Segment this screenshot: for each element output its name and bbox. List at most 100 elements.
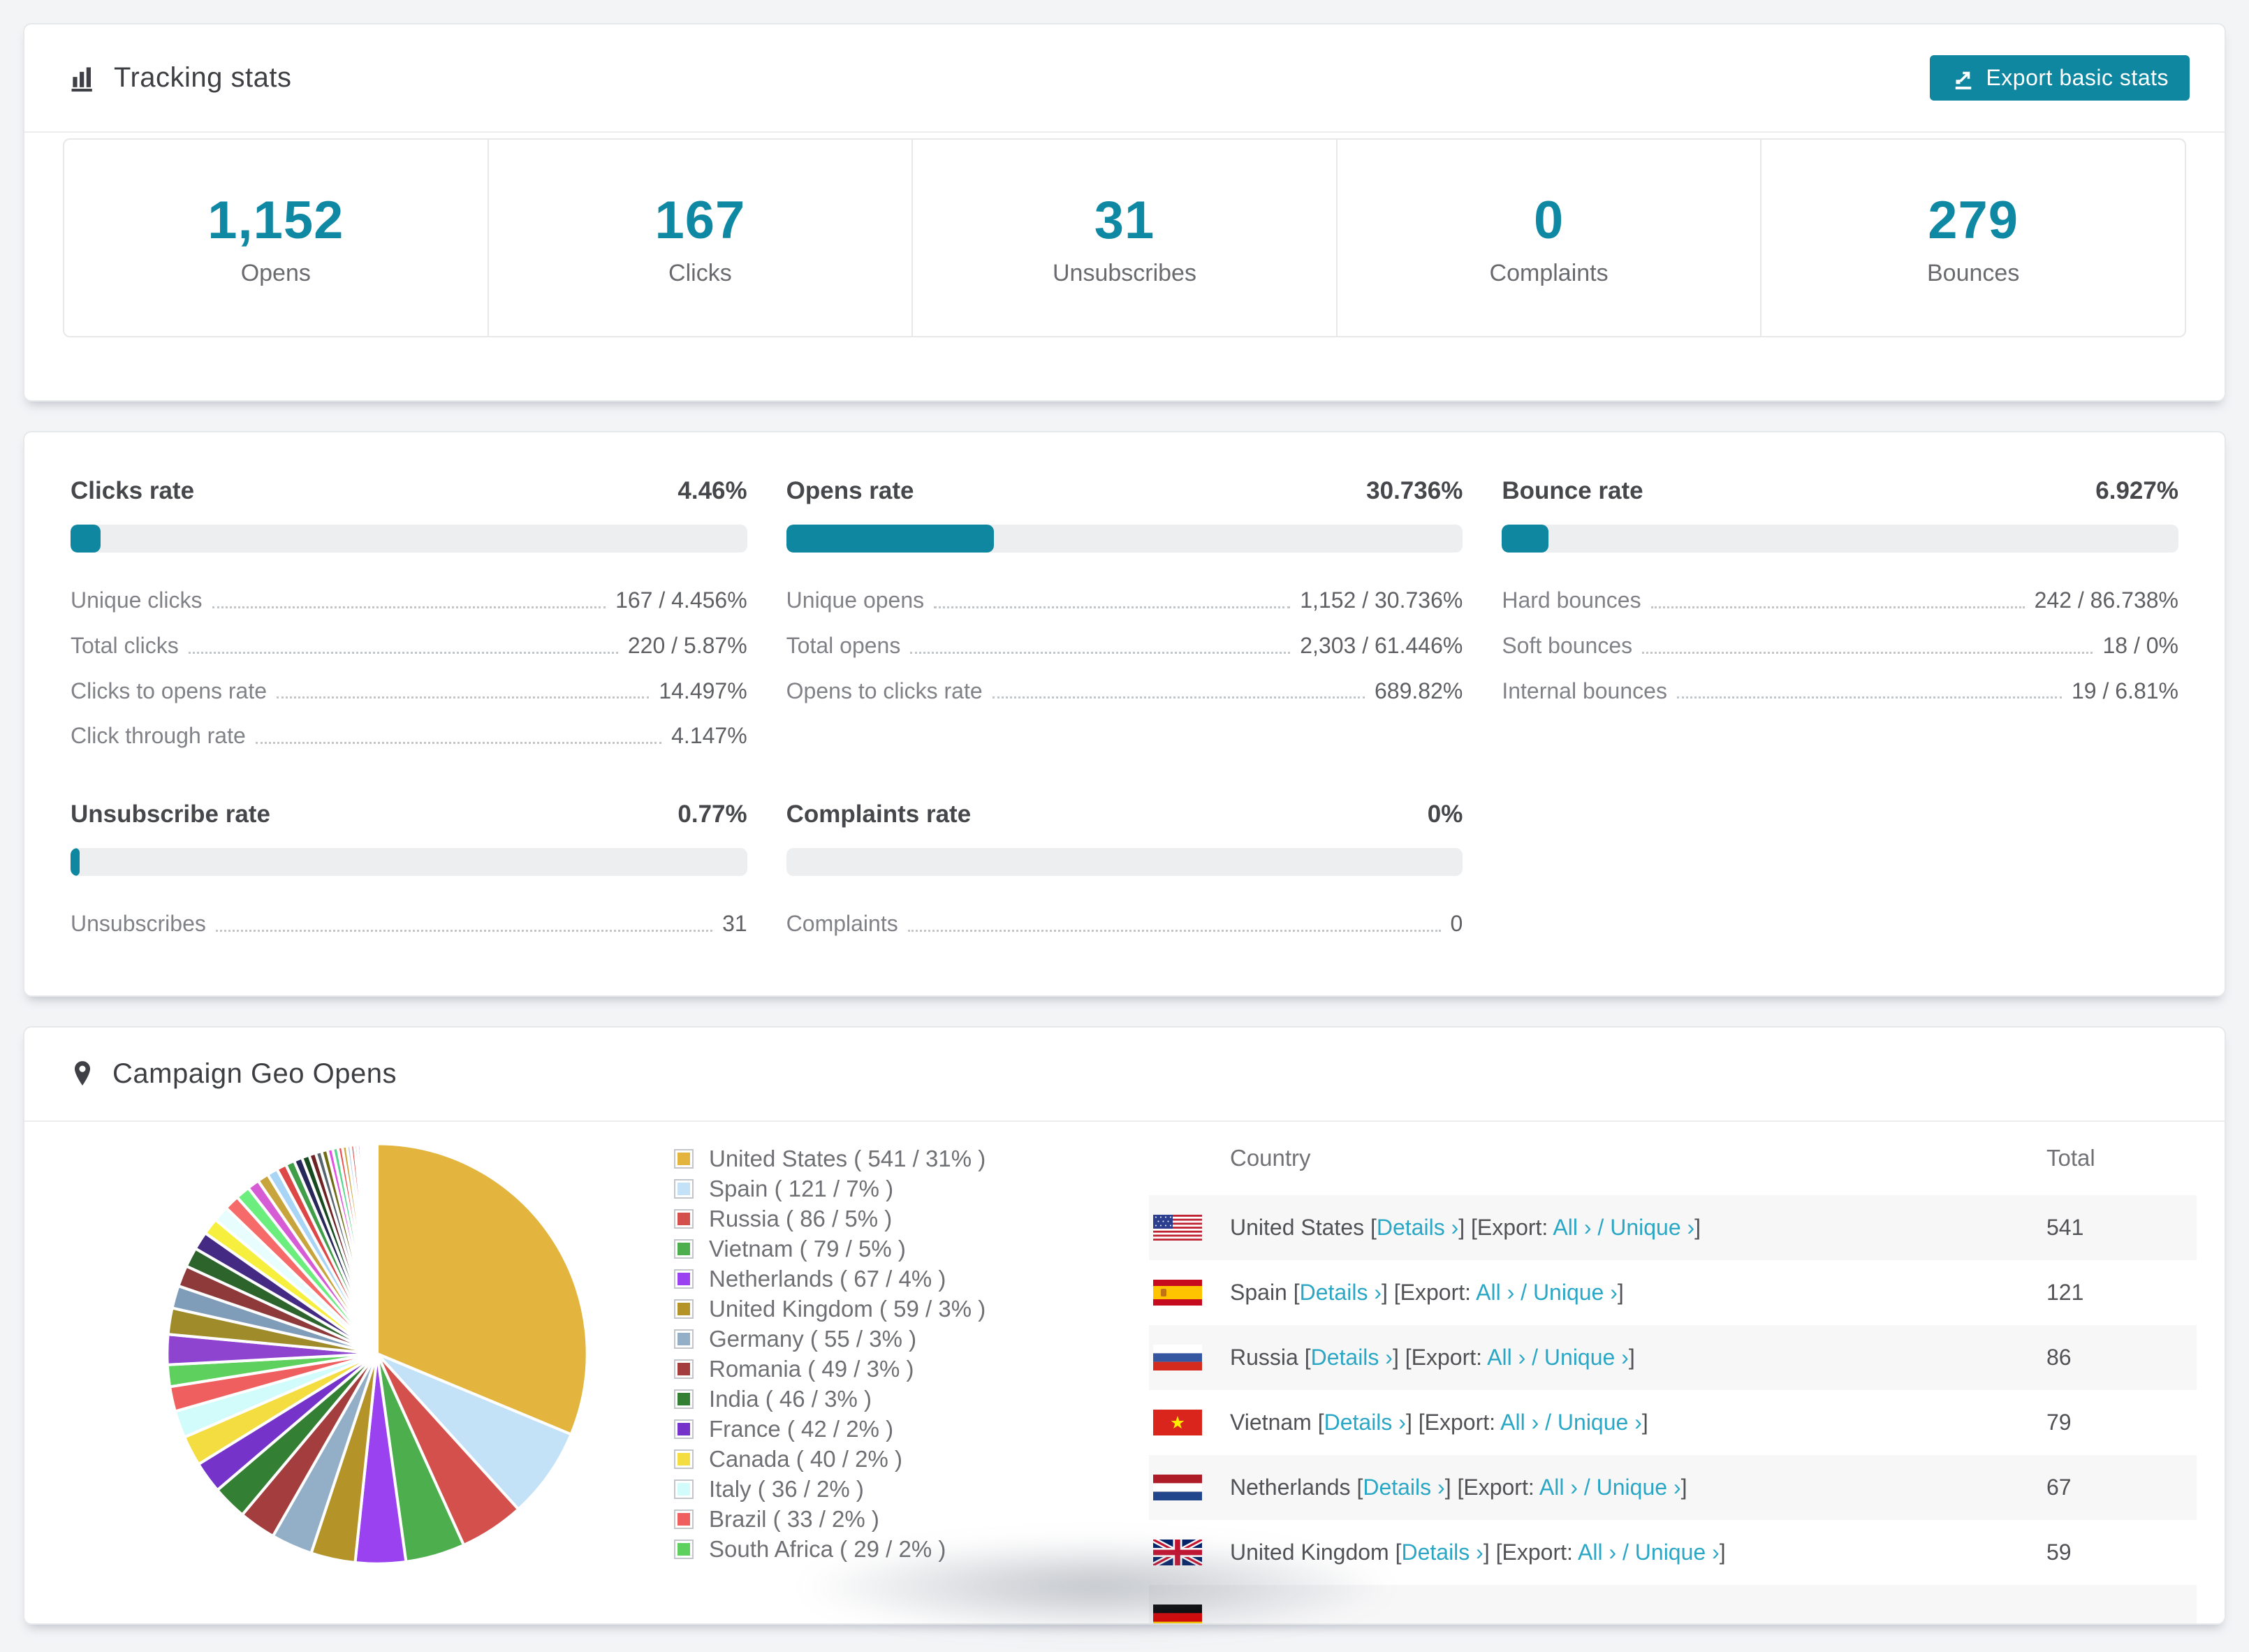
complaints-rate-title: Complaints rate — [786, 801, 972, 828]
rates-card: Clicks rate 4.46% Unique clicks 167 / 4.… — [23, 431, 2226, 997]
export-unique-link[interactable]: Unique › — [1544, 1345, 1629, 1370]
export-unique-link[interactable]: Unique › — [1610, 1215, 1694, 1240]
export-all-link[interactable]: All › — [1476, 1280, 1514, 1305]
stat-row-label: Total clicks — [71, 632, 179, 658]
geo-table-scroll[interactable]: Country Total United States [Details ›] … — [1149, 1122, 2197, 1623]
geo-opens-title: Campaign Geo Opens — [112, 1058, 397, 1089]
stat-row-label: Unsubscribes — [71, 911, 206, 937]
dotted-leader — [188, 651, 618, 654]
stat-box-unsubscribes: 31 Unsubscribes — [913, 140, 1338, 336]
legend-label: India ( 46 / 3% ) — [709, 1386, 872, 1412]
legend-item-italy: Italy ( 36 / 2% ) — [674, 1475, 1107, 1505]
pie-legend: United States ( 541 / 31% ) Spain ( 121 … — [674, 1144, 1107, 1565]
dotted-leader — [907, 929, 1441, 932]
export-all-link[interactable]: All › — [1578, 1540, 1616, 1565]
stat-row: Total opens 2,303 / 61.446% — [786, 623, 1463, 668]
legend-item-netherlands: Netherlands ( 67 / 4% ) — [674, 1264, 1107, 1294]
details-link[interactable]: Details › — [1377, 1215, 1458, 1240]
bar-chart-icon — [68, 63, 98, 94]
export-unique-link[interactable]: Unique › — [1533, 1280, 1618, 1305]
export-unique-link[interactable]: Unique › — [1635, 1540, 1720, 1565]
export-all-link[interactable]: All › — [1553, 1215, 1591, 1240]
table-row-partial — [1149, 1584, 2197, 1623]
table-row-united-kingdom: United Kingdom [Details ›] [Export: All … — [1149, 1520, 2197, 1585]
legend-item-south-africa: South Africa ( 29 / 2% ) — [674, 1535, 1107, 1565]
stat-row-value: 19 / 6.81% — [2072, 678, 2178, 703]
stat-label: Unsubscribes — [1052, 260, 1196, 286]
bounce-rate-value: 6.927% — [2095, 477, 2178, 504]
details-link[interactable]: Details › — [1311, 1345, 1393, 1370]
details-link[interactable]: Details › — [1324, 1410, 1406, 1435]
stat-row-value: 689.82% — [1375, 678, 1463, 703]
opens-rate-progress-fill — [786, 525, 995, 553]
total-cell: 67 — [2046, 1474, 2072, 1500]
stat-row-label: Hard bounces — [1502, 587, 1641, 613]
stat-box-opens: 1,152 Opens — [64, 140, 489, 336]
legend-item-canada: Canada ( 40 / 2% ) — [674, 1445, 1107, 1475]
stats-strip: 1,152 Opens 167 Clicks 31 Unsubscribes 0… — [63, 138, 2186, 337]
stat-row-value: 31 — [722, 911, 747, 937]
dotted-leader — [215, 929, 713, 932]
stat-row-value: 14.497% — [659, 678, 747, 703]
legend-label: Brazil ( 33 / 2% ) — [709, 1506, 879, 1533]
stat-row-label: Complaints — [786, 911, 898, 937]
complaints-rate-progressbar — [786, 848, 1463, 877]
geo-pie-chart — [161, 1137, 594, 1570]
export-unique-link[interactable]: Unique › — [1597, 1475, 1681, 1500]
legend-label: Netherlands ( 67 / 4% ) — [709, 1266, 946, 1292]
stat-label: Complaints — [1489, 260, 1609, 286]
stat-row-label: Total opens — [786, 632, 901, 658]
export-all-link[interactable]: All › — [1539, 1475, 1578, 1500]
export-all-link[interactable]: All › — [1500, 1410, 1539, 1435]
unsubscribe-rate-progress-fill — [71, 848, 80, 877]
legend-item-brazil: Brazil ( 33 / 2% ) — [674, 1505, 1107, 1535]
legend-swatch — [674, 1359, 694, 1380]
geo-opens-card: Campaign Geo Opens United States ( 541 /… — [23, 1025, 2226, 1625]
stat-label: Bounces — [1927, 260, 2020, 286]
details-link[interactable]: Details › — [1401, 1540, 1483, 1565]
dotted-leader — [1642, 651, 2093, 654]
stat-row-label: Internal bounces — [1502, 678, 1667, 703]
stat-row-label: Unique clicks — [71, 587, 203, 613]
dotted-leader — [277, 696, 650, 699]
export-all-link[interactable]: All › — [1487, 1345, 1525, 1370]
legend-item-spain: Spain ( 121 / 7% ) — [674, 1174, 1107, 1204]
details-link[interactable]: Details › — [1363, 1475, 1444, 1500]
dotted-leader — [992, 696, 1365, 699]
legend-swatch — [674, 1179, 694, 1199]
geo-body: United States ( 541 / 31% ) Spain ( 121 … — [24, 1122, 2225, 1623]
stat-row-value: 4.147% — [671, 723, 747, 749]
legend-label: United Kingdom ( 59 / 3% ) — [709, 1296, 986, 1322]
stat-row-label: Opens to clicks rate — [786, 678, 983, 703]
legend-swatch — [674, 1209, 694, 1229]
bounce-rate-block: Bounce rate 6.927% Hard bounces 242 / 86… — [1502, 477, 2178, 759]
stat-row-value: 220 / 5.87% — [627, 632, 747, 658]
rates-grid: Clicks rate 4.46% Unique clicks 167 / 4.… — [24, 432, 2225, 995]
stat-row-label: Clicks to opens rate — [71, 678, 268, 703]
export-basic-stats-button[interactable]: Export basic stats — [1930, 55, 2190, 101]
tracking-stats-card: Tracking stats Export basic stats 1,152 … — [23, 23, 2226, 402]
legend-swatch — [674, 1540, 694, 1560]
total-cell: 79 — [2046, 1409, 2072, 1435]
geo-opens-header: Campaign Geo Opens — [24, 1028, 2225, 1122]
country-cell: Spain [Details ›] [Export: All › / Uniqu… — [1230, 1279, 1624, 1305]
details-link[interactable]: Details › — [1300, 1280, 1382, 1305]
country-cell: Vietnam [Details ›] [Export: All › / Uni… — [1230, 1409, 1648, 1435]
opens-rate-title: Opens rate — [786, 477, 914, 504]
stat-value: 167 — [654, 191, 746, 250]
dotted-leader — [1650, 606, 2025, 608]
flag-de-icon — [1153, 1604, 1202, 1623]
total-column-header: Total — [2046, 1145, 2095, 1171]
flag-ru-icon — [1153, 1344, 1202, 1370]
legend-label: France ( 42 / 2% ) — [709, 1416, 894, 1442]
clicks-rate-title: Clicks rate — [71, 477, 195, 504]
geo-table-rows: United States [Details ›] [Export: All ›… — [1149, 1194, 2197, 1623]
dotted-leader — [1676, 696, 2062, 699]
legend-item-germany: Germany ( 55 / 3% ) — [674, 1324, 1107, 1354]
export-unique-link[interactable]: Unique › — [1558, 1410, 1642, 1435]
stat-value: 31 — [1094, 191, 1155, 250]
stat-row: Unsubscribes 31 — [71, 901, 747, 946]
country-cell: Russia [Details ›] [Export: All › / Uniq… — [1230, 1344, 1635, 1370]
bounce-rate-progressbar — [1502, 525, 2178, 553]
legend-swatch — [674, 1419, 694, 1440]
